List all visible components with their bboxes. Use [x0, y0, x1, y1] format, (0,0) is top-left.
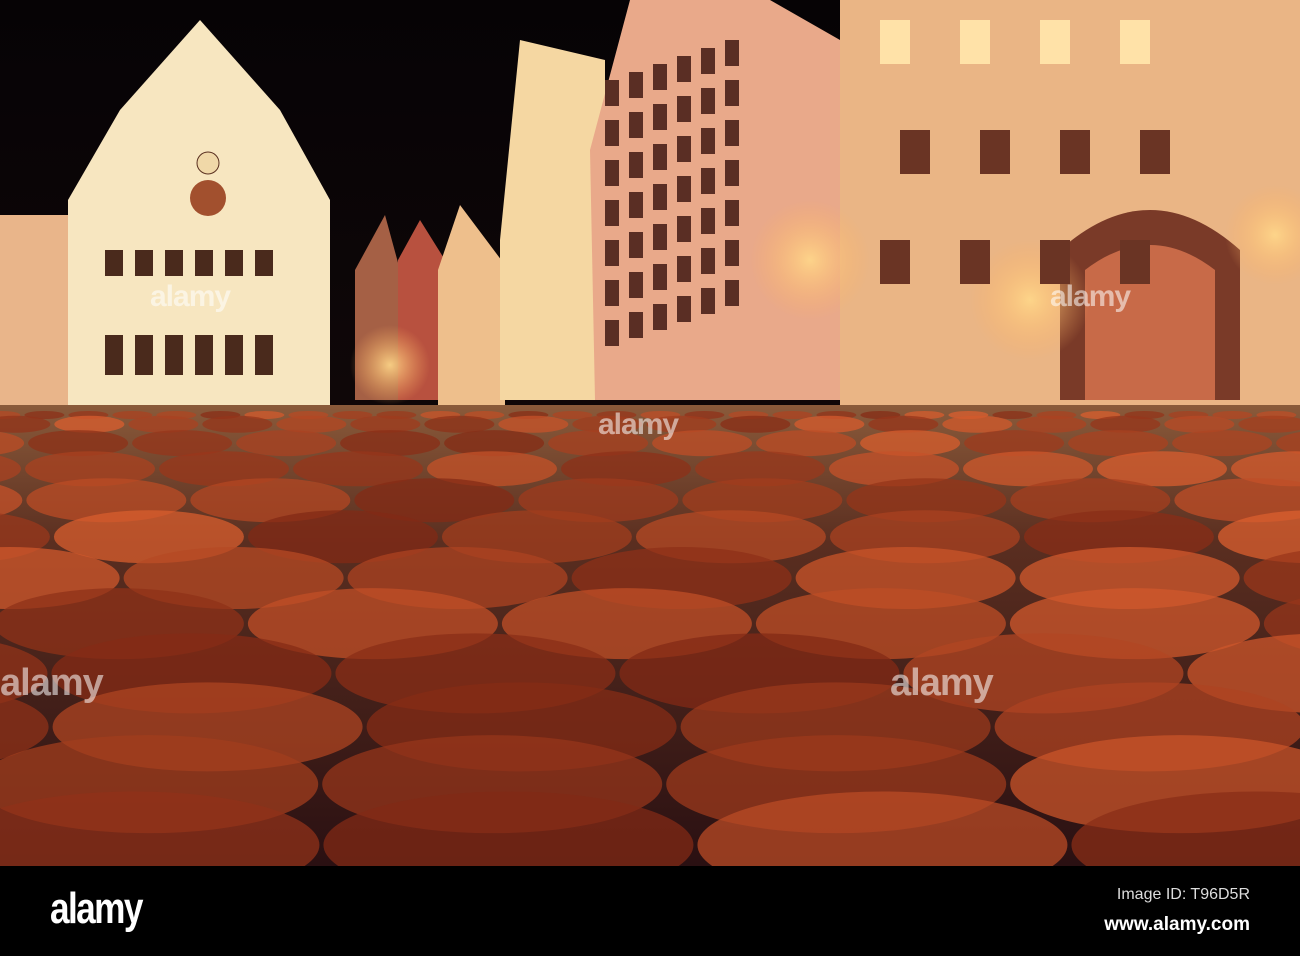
window: [605, 200, 619, 226]
photo-frame: alamy alamy alamy alamy alamy alamy Imag…: [0, 0, 1300, 956]
alamy-logo: alamy: [50, 884, 143, 933]
window: [880, 20, 910, 64]
window: [725, 280, 739, 306]
window: [605, 80, 619, 106]
watermark-right: alamy: [890, 662, 994, 704]
cobblestones: [0, 411, 1300, 866]
cobblestone: [236, 430, 337, 457]
window: [725, 120, 739, 146]
window: [701, 128, 715, 154]
window: [135, 335, 153, 375]
window: [725, 80, 739, 106]
window: [195, 250, 213, 276]
window: [629, 312, 643, 338]
cobblestone: [1090, 415, 1161, 433]
watermark-center: alamy: [598, 408, 679, 441]
window: [255, 250, 273, 276]
window: [677, 296, 691, 322]
window: [701, 48, 715, 74]
window: [653, 224, 667, 250]
window: [725, 240, 739, 266]
window: [701, 168, 715, 194]
cobblestone: [868, 415, 939, 433]
window: [605, 320, 619, 346]
cobblestone: [1016, 415, 1087, 433]
window: [1120, 20, 1150, 64]
cobblestone: [54, 415, 125, 433]
watermark-left: alamy: [0, 662, 104, 704]
window: [1040, 240, 1070, 284]
window: [653, 64, 667, 90]
window: [653, 304, 667, 330]
window: [677, 176, 691, 202]
window: [653, 144, 667, 170]
window: [725, 200, 739, 226]
site-url[interactable]: www.alamy.com: [1104, 914, 1250, 936]
cobblestone: [772, 411, 813, 419]
window: [629, 112, 643, 138]
window: [677, 96, 691, 122]
window: [653, 264, 667, 290]
window: [980, 130, 1010, 174]
window: [653, 184, 667, 210]
window: [255, 335, 273, 375]
window: [701, 208, 715, 234]
image-id: Image ID: T96D5R: [1116, 886, 1250, 903]
clock-face-small: [196, 151, 220, 175]
window: [725, 40, 739, 66]
window: [629, 152, 643, 178]
window: [605, 160, 619, 186]
window: [1060, 130, 1090, 174]
window: [1040, 20, 1070, 64]
window: [960, 240, 990, 284]
window: [629, 232, 643, 258]
window: [653, 104, 667, 130]
watermark-top-right: alamy: [1050, 280, 1131, 313]
window: [677, 56, 691, 82]
window: [900, 130, 930, 174]
window: [960, 20, 990, 64]
window: [225, 250, 243, 276]
cobblestone: [424, 415, 495, 433]
tall-gable-house: [500, 40, 605, 400]
window: [135, 250, 153, 276]
window: [165, 250, 183, 276]
window: [701, 288, 715, 314]
window: [725, 160, 739, 186]
window: [629, 272, 643, 298]
cobblestone: [498, 415, 569, 433]
window: [225, 335, 243, 375]
window: [677, 256, 691, 282]
window: [605, 240, 619, 266]
window: [677, 216, 691, 242]
window: [880, 240, 910, 284]
watermark-top-left: alamy: [150, 280, 231, 313]
clock-face: [190, 180, 226, 216]
window: [605, 120, 619, 146]
window: [605, 280, 619, 306]
window: [1120, 240, 1150, 284]
cobblestone: [720, 415, 791, 433]
window: [629, 192, 643, 218]
footer-bar: alamy Image ID: T96D5R www.alamy.com: [0, 866, 1300, 956]
window: [105, 250, 123, 276]
window: [677, 136, 691, 162]
cobblestone: [202, 415, 273, 433]
cobblestone: [942, 415, 1013, 433]
window: [1140, 130, 1170, 174]
window: [105, 335, 123, 375]
window: [701, 248, 715, 274]
window: [195, 335, 213, 375]
window: [701, 88, 715, 114]
window: [165, 335, 183, 375]
cobblestone: [1172, 430, 1273, 457]
window: [629, 72, 643, 98]
